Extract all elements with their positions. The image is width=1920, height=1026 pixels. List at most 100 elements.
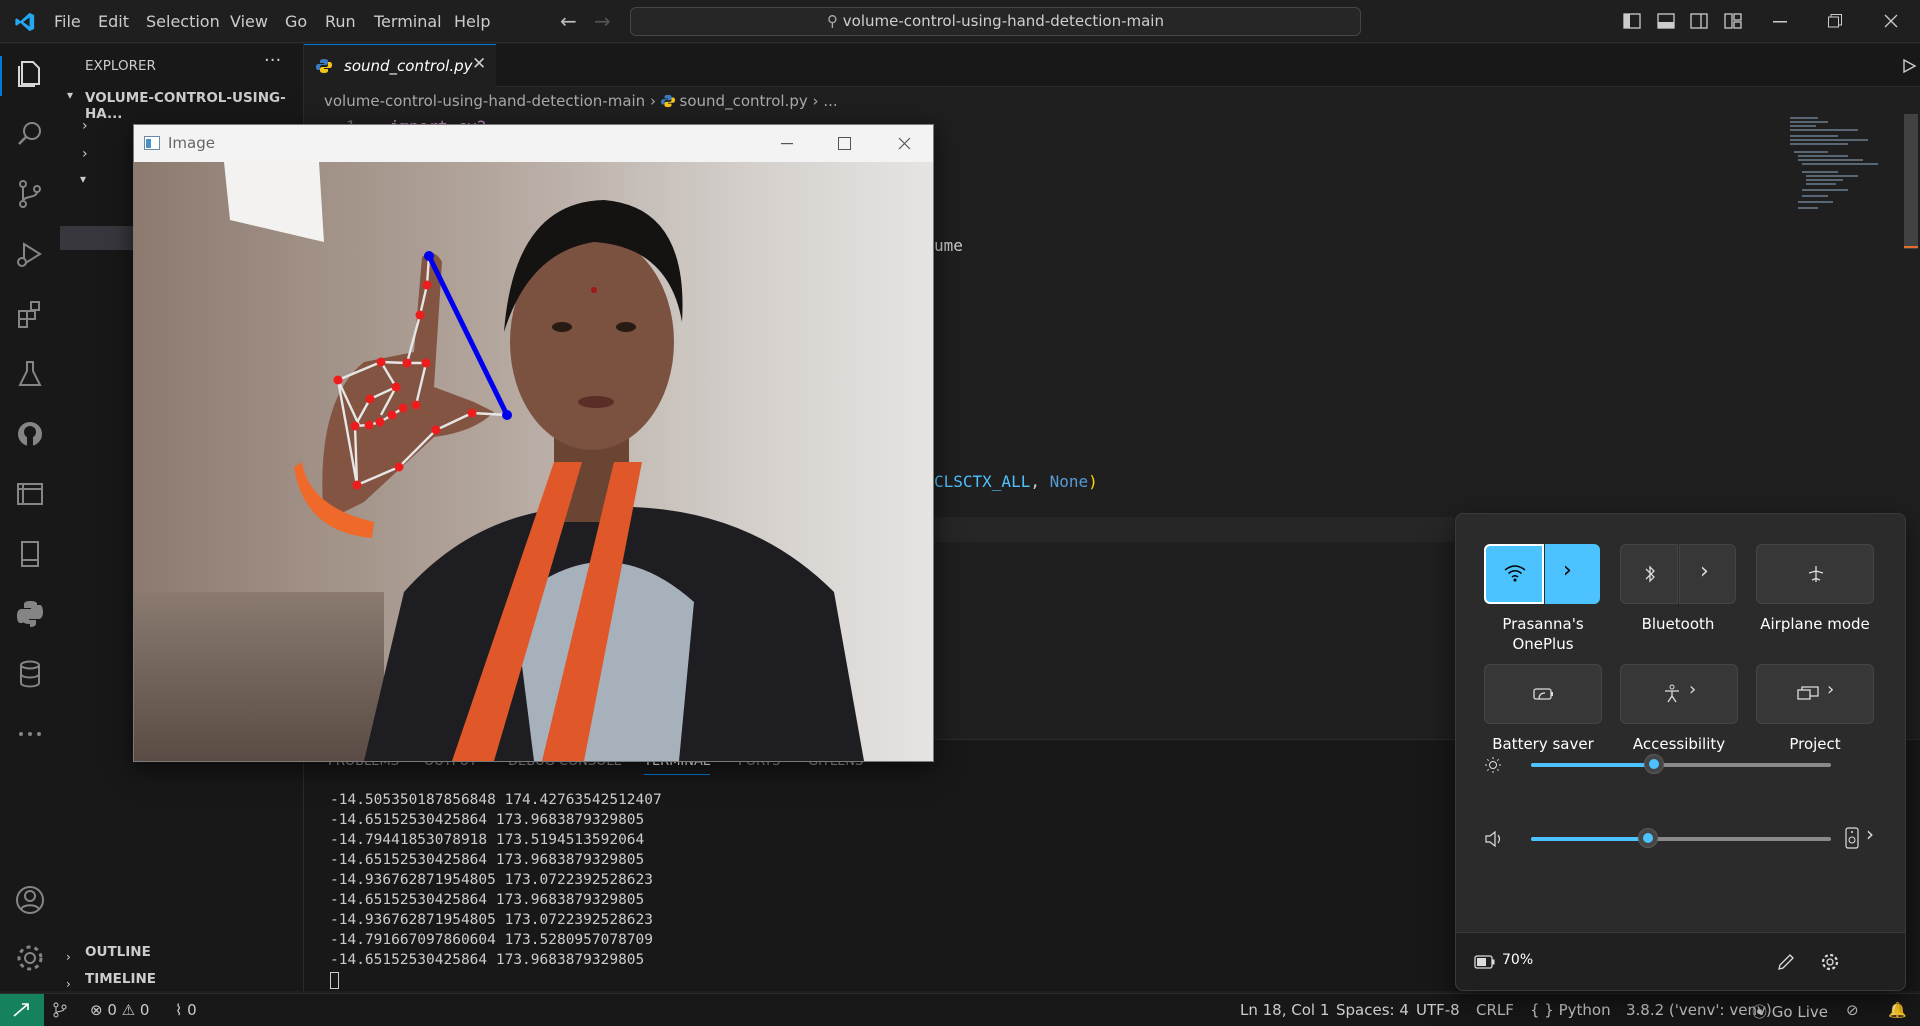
edit-pencil-icon[interactable]: [1776, 952, 1796, 972]
bell-icon[interactable]: 🔔: [1888, 1001, 1907, 1019]
bluetooth-label: Bluetooth: [1641, 615, 1715, 633]
bindi: [591, 287, 597, 293]
remote-explorer-icon[interactable]: [12, 476, 48, 512]
forward-arrow-icon[interactable]: →: [594, 9, 611, 33]
breadcrumb-folder[interactable]: volume-control-using-hand-detection-main: [324, 92, 645, 110]
terminal-line: -14.79441853078918 173.5194513592064: [330, 832, 645, 848]
audio-output-device-icon[interactable]: [1845, 827, 1859, 849]
database-icon[interactable]: [12, 656, 48, 692]
minimap-lines: [1790, 117, 1878, 209]
python-file-icon: [660, 94, 675, 108]
book-icon[interactable]: [12, 536, 48, 572]
broadcast-icon: ⦿: [1752, 1003, 1772, 1021]
timeline-section[interactable]: TIMELINE: [85, 971, 156, 987]
menu-help[interactable]: Help: [454, 12, 490, 31]
ports-indicator[interactable]: ⌇ 0: [175, 1001, 197, 1019]
scrollbar-thumb[interactable]: [1904, 114, 1918, 249]
source-control-icon[interactable]: [12, 176, 48, 212]
accessibility-button[interactable]: ›: [1620, 664, 1738, 724]
run-python-icon[interactable]: [1901, 58, 1917, 74]
chevron-right-icon[interactable]: ›: [1866, 822, 1874, 846]
cursor-position[interactable]: Ln 18, Col 1: [1240, 1001, 1329, 1019]
close-window-icon[interactable]: [1884, 14, 1898, 28]
bluetooth-expand-button[interactable]: ›: [1679, 544, 1736, 604]
toggle-panel-icon[interactable]: [1657, 13, 1675, 29]
close-tab-icon[interactable]: ✕: [472, 54, 486, 74]
battery-percentage: 70%: [1502, 952, 1534, 968]
search-icon: ⚲: [827, 12, 843, 30]
extensions-icon[interactable]: [12, 296, 48, 332]
more-icon[interactable]: [12, 716, 48, 752]
chevron-right-icon: ›: [812, 92, 824, 110]
breadcrumb-more[interactable]: ...: [823, 92, 837, 110]
project-button[interactable]: ›: [1756, 664, 1874, 724]
tab-sound-control[interactable]: sound_control.py ✕: [304, 44, 496, 87]
manage-gear-icon[interactable]: [12, 940, 48, 976]
close-icon[interactable]: [898, 137, 911, 150]
github-icon[interactable]: [12, 416, 48, 452]
settings-gear-icon[interactable]: [1820, 952, 1840, 972]
minimize-icon[interactable]: [781, 143, 793, 145]
explorer-title: EXPLORER: [85, 58, 156, 74]
minimize-icon[interactable]: [1773, 21, 1787, 23]
testing-icon[interactable]: [12, 356, 48, 392]
chevron-right-icon[interactable]: ›: [82, 146, 88, 162]
minimap[interactable]: [1788, 114, 1908, 224]
code-token-constant: CLSCTX_ALL: [934, 472, 1031, 491]
battery-saver-toggle[interactable]: [1484, 664, 1602, 724]
volume-slider-thumb[interactable]: [1638, 828, 1658, 848]
more-actions-icon[interactable]: ···: [264, 50, 281, 71]
menu-terminal[interactable]: Terminal: [374, 12, 442, 31]
scrollbar-marker: [1904, 246, 1918, 248]
accessibility-icon: [1665, 684, 1679, 703]
index-tip-point: [424, 251, 434, 261]
end-of-line[interactable]: CRLF: [1476, 1001, 1514, 1019]
wifi-expand-button[interactable]: ›: [1545, 544, 1600, 604]
menu-file[interactable]: File: [54, 12, 81, 31]
chevron-down-icon[interactable]: ▾: [80, 172, 86, 186]
explorer-icon[interactable]: [12, 56, 48, 92]
toggle-secondary-sidebar-icon[interactable]: [1690, 13, 1708, 29]
menu-go[interactable]: Go: [285, 12, 307, 31]
indentation[interactable]: Spaces: 4: [1336, 1001, 1409, 1019]
chevron-right-icon[interactable]: ›: [82, 118, 88, 134]
customize-layout-icon[interactable]: [1724, 13, 1742, 29]
back-arrow-icon[interactable]: ←: [560, 9, 577, 33]
encoding[interactable]: UTF-8: [1416, 1001, 1460, 1019]
chevron-right-icon[interactable]: ›: [66, 977, 71, 991]
airplane-mode-toggle[interactable]: [1756, 544, 1874, 604]
image-window-titlebar[interactable]: Image: [134, 125, 933, 162]
toggle-primary-sidebar-icon[interactable]: [1623, 13, 1641, 29]
maximize-icon[interactable]: [838, 137, 851, 150]
command-center-search[interactable]: ⚲ volume-control-using-hand-detection-ma…: [630, 7, 1361, 36]
bluetooth-toggle[interactable]: [1620, 544, 1678, 604]
breadcrumb-file[interactable]: sound_control.py: [680, 92, 808, 110]
search-icon[interactable]: [12, 116, 48, 152]
warning-icon: ⚠: [121, 1001, 140, 1019]
account-icon[interactable]: [12, 882, 48, 918]
workspace-root[interactable]: VOLUME-CONTROL-USING-HA...: [85, 90, 303, 122]
python-icon[interactable]: [12, 596, 48, 632]
run-debug-icon[interactable]: [12, 236, 48, 272]
restore-icon[interactable]: [1828, 14, 1842, 28]
bluetooth-icon: [1645, 565, 1655, 583]
chevron-right-icon[interactable]: ›: [66, 950, 71, 964]
go-live[interactable]: ⦿ Go Live: [1752, 1001, 1828, 1022]
menu-run[interactable]: Run: [325, 12, 356, 31]
source-control-icon[interactable]: [52, 1002, 68, 1018]
chevron-down-icon[interactable]: ▾: [67, 88, 73, 102]
menu-edit[interactable]: Edit: [98, 12, 129, 31]
problems-indicator[interactable]: ⊗ 0 ⚠ 0: [90, 1001, 149, 1019]
menu-selection[interactable]: Selection: [146, 12, 220, 31]
warning-count: 0: [139, 1001, 150, 1019]
menu-view[interactable]: View: [230, 12, 268, 31]
image-window-title: Image: [168, 134, 215, 152]
image-window[interactable]: Image: [133, 124, 934, 762]
language-mode[interactable]: { } Python: [1530, 1001, 1611, 1019]
remote-indicator[interactable]: [0, 994, 44, 1026]
outline-section[interactable]: OUTLINE: [85, 944, 151, 960]
wifi-toggle[interactable]: [1484, 544, 1544, 604]
python-interpreter[interactable]: 3.8.2 ('venv': venv): [1626, 1001, 1772, 1019]
brightness-slider-thumb[interactable]: [1644, 754, 1664, 774]
copilot-icon[interactable]: ⊘: [1846, 1001, 1859, 1019]
